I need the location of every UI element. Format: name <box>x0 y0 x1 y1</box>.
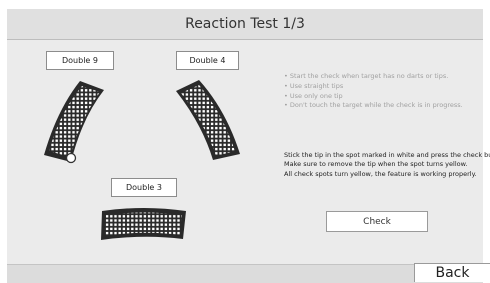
instruction-item: Don't touch the target while the check i… <box>284 101 463 111</box>
instruction-item: Use straight tips <box>284 82 463 92</box>
segment-double-4[interactable] <box>174 78 244 164</box>
target-label-double-4: Double 4 <box>176 51 239 70</box>
check-button[interactable]: Check <box>326 211 428 232</box>
instruction-line: All check spots turn yellow, the feature… <box>284 169 477 178</box>
bottom-bar <box>7 264 483 283</box>
target-label-double-9: Double 9 <box>46 51 114 70</box>
instruction-list: Start the check when target has no darts… <box>284 72 463 111</box>
instruction-item: Use only one tip <box>284 92 463 102</box>
title-bar: Reaction Test 1/3 <box>7 9 483 40</box>
instruction-line: Make sure to remove the tip when the spo… <box>284 160 468 169</box>
instruction-text: Stick the tip in the spot marked in whit… <box>284 151 490 179</box>
target-label-double-3: Double 3 <box>111 178 177 197</box>
segment-double-3[interactable] <box>98 205 190 243</box>
back-button[interactable]: Back <box>414 263 490 282</box>
instruction-line: Stick the tip in the spot marked in whit… <box>284 151 490 159</box>
page-title: Reaction Test 1/3 <box>185 16 305 32</box>
instruction-item: Start the check when target has no darts… <box>284 72 463 82</box>
segment-double-9[interactable] <box>40 78 112 168</box>
check-spot-marker[interactable] <box>65 152 77 164</box>
